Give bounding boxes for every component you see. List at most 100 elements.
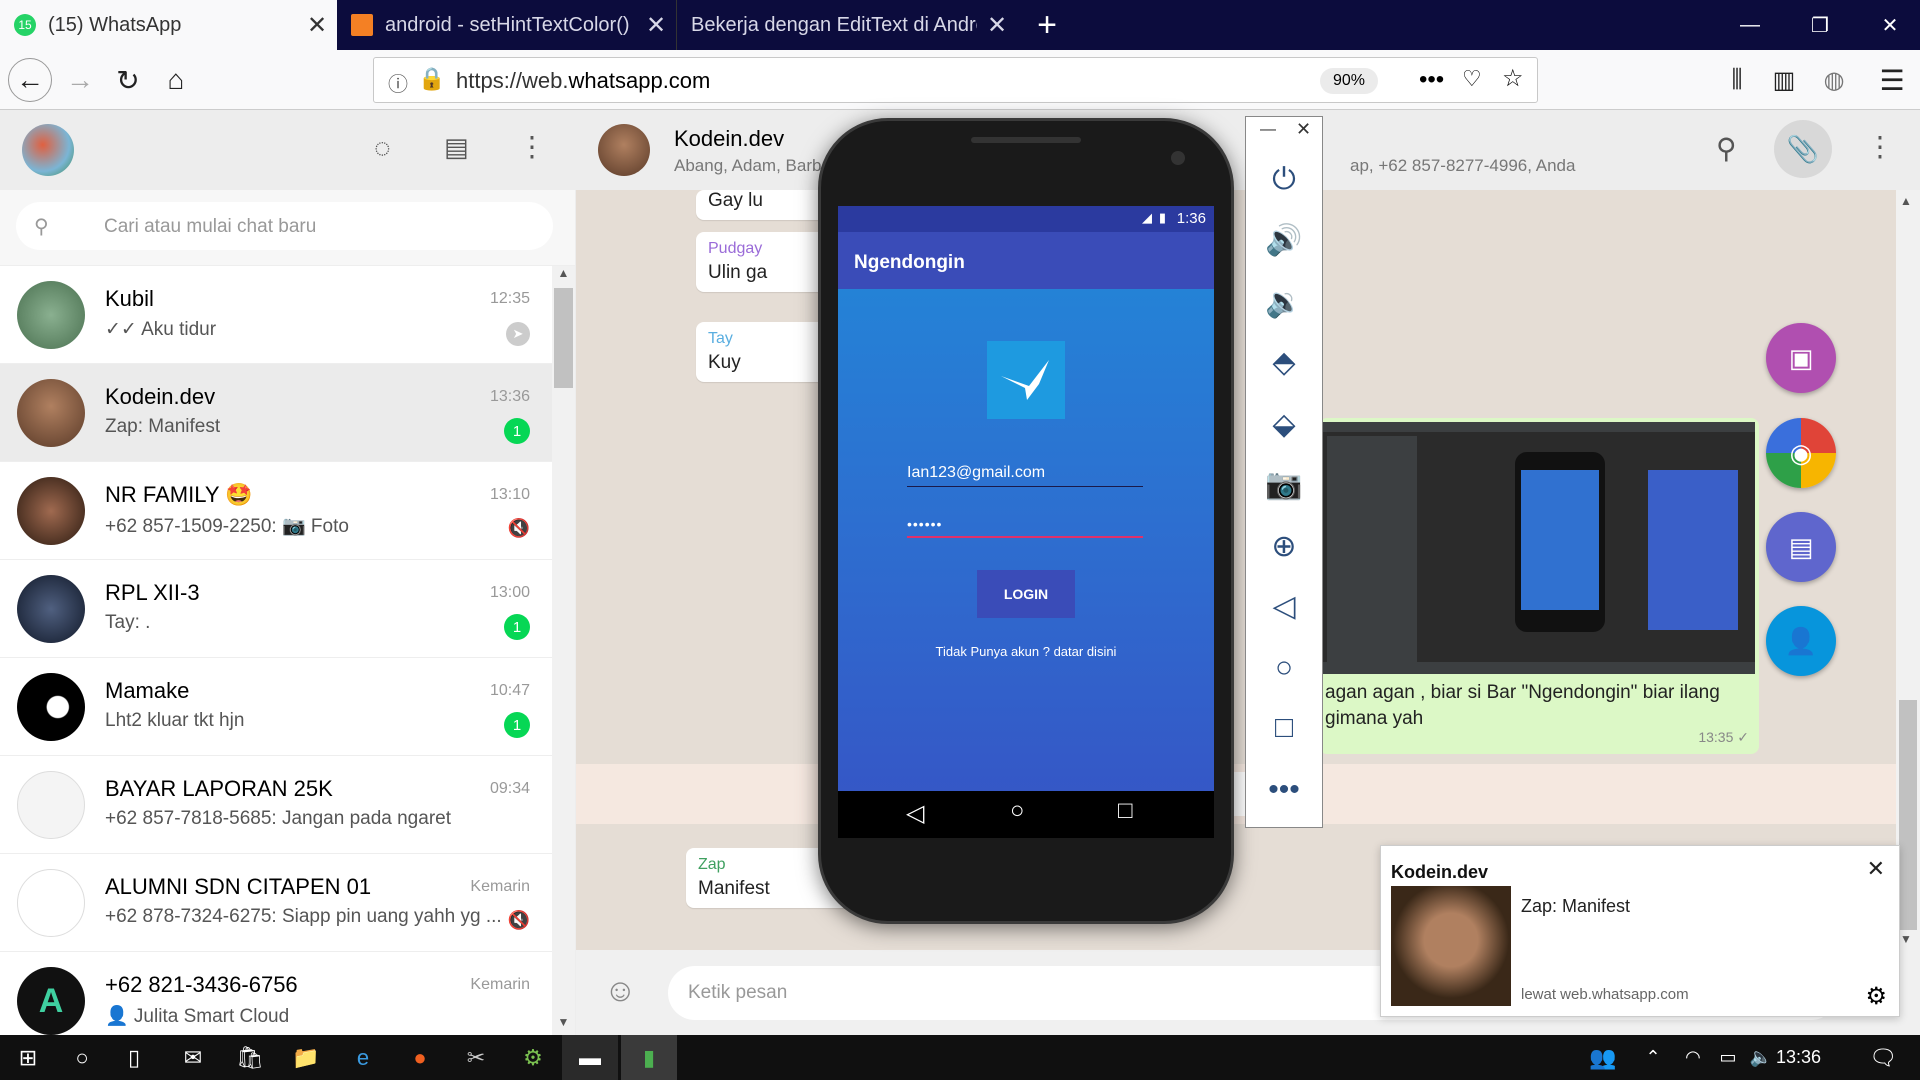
task-view-icon[interactable]: ▯ bbox=[106, 1035, 162, 1080]
back-icon[interactable]: ◁ bbox=[1246, 581, 1322, 631]
close-icon[interactable]: ✕ bbox=[1867, 856, 1885, 882]
register-link[interactable]: Tidak Punya akun ? datar disini bbox=[838, 644, 1214, 659]
zoom-level[interactable]: 90% bbox=[1320, 68, 1378, 94]
url-text[interactable]: https://web.whatsapp.com bbox=[456, 68, 710, 94]
emoji-icon[interactable]: ☺ bbox=[604, 972, 637, 1009]
menu-icon[interactable]: ☰ bbox=[1870, 58, 1914, 102]
menu-dots-icon[interactable]: ⋮ bbox=[1866, 130, 1894, 163]
sidebar-icon[interactable]: ▥ bbox=[1762, 58, 1806, 102]
menu-dots-icon[interactable]: ⋮ bbox=[518, 130, 546, 163]
document-attach-icon[interactable]: ▤ bbox=[1766, 512, 1836, 582]
overview-icon[interactable]: □ bbox=[1246, 703, 1322, 753]
page-actions-icon[interactable]: ••• bbox=[1419, 66, 1444, 94]
chat-item-kodein[interactable]: Kodein.dev 13:36 Zap: Manifest 1 bbox=[0, 364, 552, 462]
power-icon[interactable]: ⏻ bbox=[1246, 155, 1322, 205]
scroll-up-icon[interactable]: ▲ bbox=[1900, 194, 1912, 208]
snipping-tool-icon[interactable]: ✂ bbox=[448, 1035, 504, 1080]
restore-button[interactable]: ❐ bbox=[1785, 0, 1855, 50]
library-icon[interactable]: ⫼ bbox=[1715, 58, 1759, 102]
screenshot-camera-icon[interactable]: 📷 bbox=[1246, 459, 1322, 509]
chat-item-nr-family[interactable]: NR FAMILY 🤩 13:10 +62 857-1509-2250: 📷 F… bbox=[0, 462, 552, 560]
file-explorer-icon[interactable]: 📁 bbox=[278, 1035, 334, 1080]
new-chat-icon[interactable]: ▤ bbox=[444, 132, 469, 163]
zoom-icon[interactable]: ⊕ bbox=[1246, 521, 1322, 571]
scroll-up-icon[interactable]: ▲ bbox=[554, 266, 573, 286]
scrollbar-thumb[interactable] bbox=[554, 288, 573, 388]
cortana-search-icon[interactable]: ○ bbox=[54, 1035, 110, 1080]
settings-gear-icon[interactable]: ⚙ bbox=[1865, 982, 1887, 1011]
emulator-taskbar-icon[interactable]: ▮ bbox=[621, 1035, 677, 1080]
scrollbar-thumb[interactable] bbox=[1899, 700, 1917, 930]
home-button[interactable]: ⌂ bbox=[154, 58, 198, 102]
new-tab-button[interactable]: + bbox=[1022, 0, 1072, 50]
image-message-bubble[interactable]: agan agan , biar si Bar "Ngendongin" bia… bbox=[1319, 418, 1759, 754]
chat-item-alumni[interactable]: ALUMNI SDN CITAPEN 01 Kemarin +62 878-73… bbox=[0, 854, 552, 952]
android-studio-icon[interactable]: ⚙ bbox=[505, 1035, 561, 1080]
info-icon[interactable]: ⓘ bbox=[388, 68, 408, 97]
avatar: A bbox=[17, 967, 85, 1035]
windows-taskbar: ⊞ ○ ▯ ✉ 🛍 📁 e ● ✂ ⚙ ▬ ▮ 👥 ⌃ ◠ ▭ 🔈 13:36 … bbox=[0, 1035, 1920, 1080]
scroll-down-icon[interactable]: ▼ bbox=[554, 1015, 573, 1035]
search-input[interactable]: ⚲ Cari atau mulai chat baru bbox=[16, 202, 553, 250]
scroll-down-icon[interactable]: ▼ bbox=[1900, 932, 1912, 946]
close-icon[interactable]: ✕ bbox=[1296, 119, 1311, 140]
chat-list-scrollbar[interactable]: ▲ ▼ bbox=[552, 266, 575, 1035]
close-tab-icon[interactable]: ✕ bbox=[297, 11, 337, 40]
group-avatar[interactable] bbox=[598, 124, 650, 176]
tab-whatsapp[interactable]: 15 (15) WhatsApp ✕ bbox=[0, 0, 337, 50]
bookmark-star-icon[interactable]: ☆ bbox=[1502, 64, 1524, 93]
gallery-attach-icon[interactable]: ▣ bbox=[1766, 323, 1836, 393]
chat-item-kubil[interactable]: Kubil 12:35 ✓✓ Aku tidur ➤ bbox=[0, 266, 552, 364]
contact-attach-icon[interactable]: 👤 bbox=[1766, 606, 1836, 676]
tab-stackoverflow[interactable]: android - setHintTextColor() in l ✕ bbox=[337, 0, 677, 50]
login-button[interactable]: LOGIN bbox=[977, 570, 1075, 618]
terminal-icon[interactable]: ▬ bbox=[562, 1035, 618, 1080]
chat-item-bayar-laporan[interactable]: BAYAR LAPORAN 25K 09:34 +62 857-7818-568… bbox=[0, 756, 552, 854]
reload-button[interactable]: ↻ bbox=[106, 58, 150, 102]
status-icon[interactable]: ◌ bbox=[374, 132, 391, 164]
desktop-notification[interactable]: Kodein.dev ✕ Zap: Manifest lewat web.wha… bbox=[1380, 845, 1900, 1017]
android-back-icon[interactable]: ◁ bbox=[906, 799, 924, 828]
password-input[interactable]: •••••• bbox=[907, 516, 1143, 538]
volume-down-icon[interactable]: 🔉 bbox=[1246, 277, 1322, 327]
search-icon[interactable]: ⚲ bbox=[1716, 132, 1737, 165]
android-recents-icon[interactable]: □ bbox=[1118, 797, 1133, 825]
people-icon[interactable]: 👥 bbox=[1575, 1035, 1631, 1080]
email-input[interactable]: Ian123@gmail.com bbox=[907, 464, 1143, 487]
chat-item-mamake[interactable]: Mamake 10:47 Lht2 kluar tkt hjn 1 bbox=[0, 658, 552, 756]
globe-icon[interactable]: ◍ bbox=[1812, 58, 1856, 102]
conversation-members-rest: ap, +62 857-8277-4996, Anda bbox=[1350, 156, 1576, 175]
url-bar[interactable]: ⓘ 🔒 https://web.whatsapp.com 90% ••• ♡ ☆ bbox=[373, 57, 1538, 103]
rotate-left-icon[interactable]: ⬘ bbox=[1246, 337, 1322, 387]
conversation-scrollbar[interactable]: ▲ ▼ bbox=[1896, 190, 1920, 950]
minimize-icon[interactable]: — bbox=[1260, 121, 1276, 139]
screenshot-thumbnail[interactable] bbox=[1323, 422, 1755, 674]
browser-tab-bar: 15 (15) WhatsApp ✕ android - setHintText… bbox=[0, 0, 1920, 50]
store-icon[interactable]: 🛍 bbox=[222, 1035, 278, 1080]
firefox-icon[interactable]: ● bbox=[392, 1035, 448, 1080]
camera-attach-icon[interactable]: ◉ bbox=[1766, 418, 1836, 488]
home-icon[interactable]: ○ bbox=[1246, 643, 1322, 693]
action-center-icon[interactable]: 🗨 bbox=[1855, 1035, 1911, 1080]
more-options-icon[interactable]: ••• bbox=[1246, 765, 1322, 815]
close-tab-icon[interactable]: ✕ bbox=[636, 11, 676, 40]
windows-start-icon[interactable]: ⊞ bbox=[0, 1035, 56, 1080]
volume-up-icon[interactable]: 🔊 bbox=[1246, 215, 1322, 265]
back-button[interactable]: ← bbox=[8, 58, 52, 102]
pocket-icon[interactable]: ♡ bbox=[1462, 66, 1482, 92]
close-window-button[interactable]: ✕ bbox=[1855, 0, 1920, 50]
close-tab-icon[interactable]: ✕ bbox=[977, 11, 1017, 40]
mail-icon[interactable]: ✉ bbox=[165, 1035, 221, 1080]
taskbar-clock[interactable]: 13:36 bbox=[1776, 1047, 1821, 1068]
android-home-icon[interactable]: ○ bbox=[1010, 797, 1025, 825]
conversation-members: Abang, Adam, Barb bbox=[674, 156, 822, 175]
tab-edittext[interactable]: Bekerja dengan EditText di Android ✕ bbox=[677, 0, 1017, 50]
forward-button[interactable]: → bbox=[58, 58, 102, 102]
chat-item-rpl[interactable]: RPL XII-3 13:00 Tay: . 1 bbox=[0, 560, 552, 658]
profile-avatar[interactable] bbox=[22, 124, 74, 176]
attach-icon[interactable]: 📎 bbox=[1774, 120, 1832, 178]
minimize-button[interactable]: — bbox=[1715, 0, 1785, 50]
rotate-right-icon[interactable]: ⬙ bbox=[1246, 399, 1322, 449]
edge-icon[interactable]: e bbox=[335, 1035, 391, 1080]
chat-item-contact[interactable]: A +62 821-3436-6756 Kemarin 👤 Julita Sma… bbox=[0, 952, 552, 1035]
